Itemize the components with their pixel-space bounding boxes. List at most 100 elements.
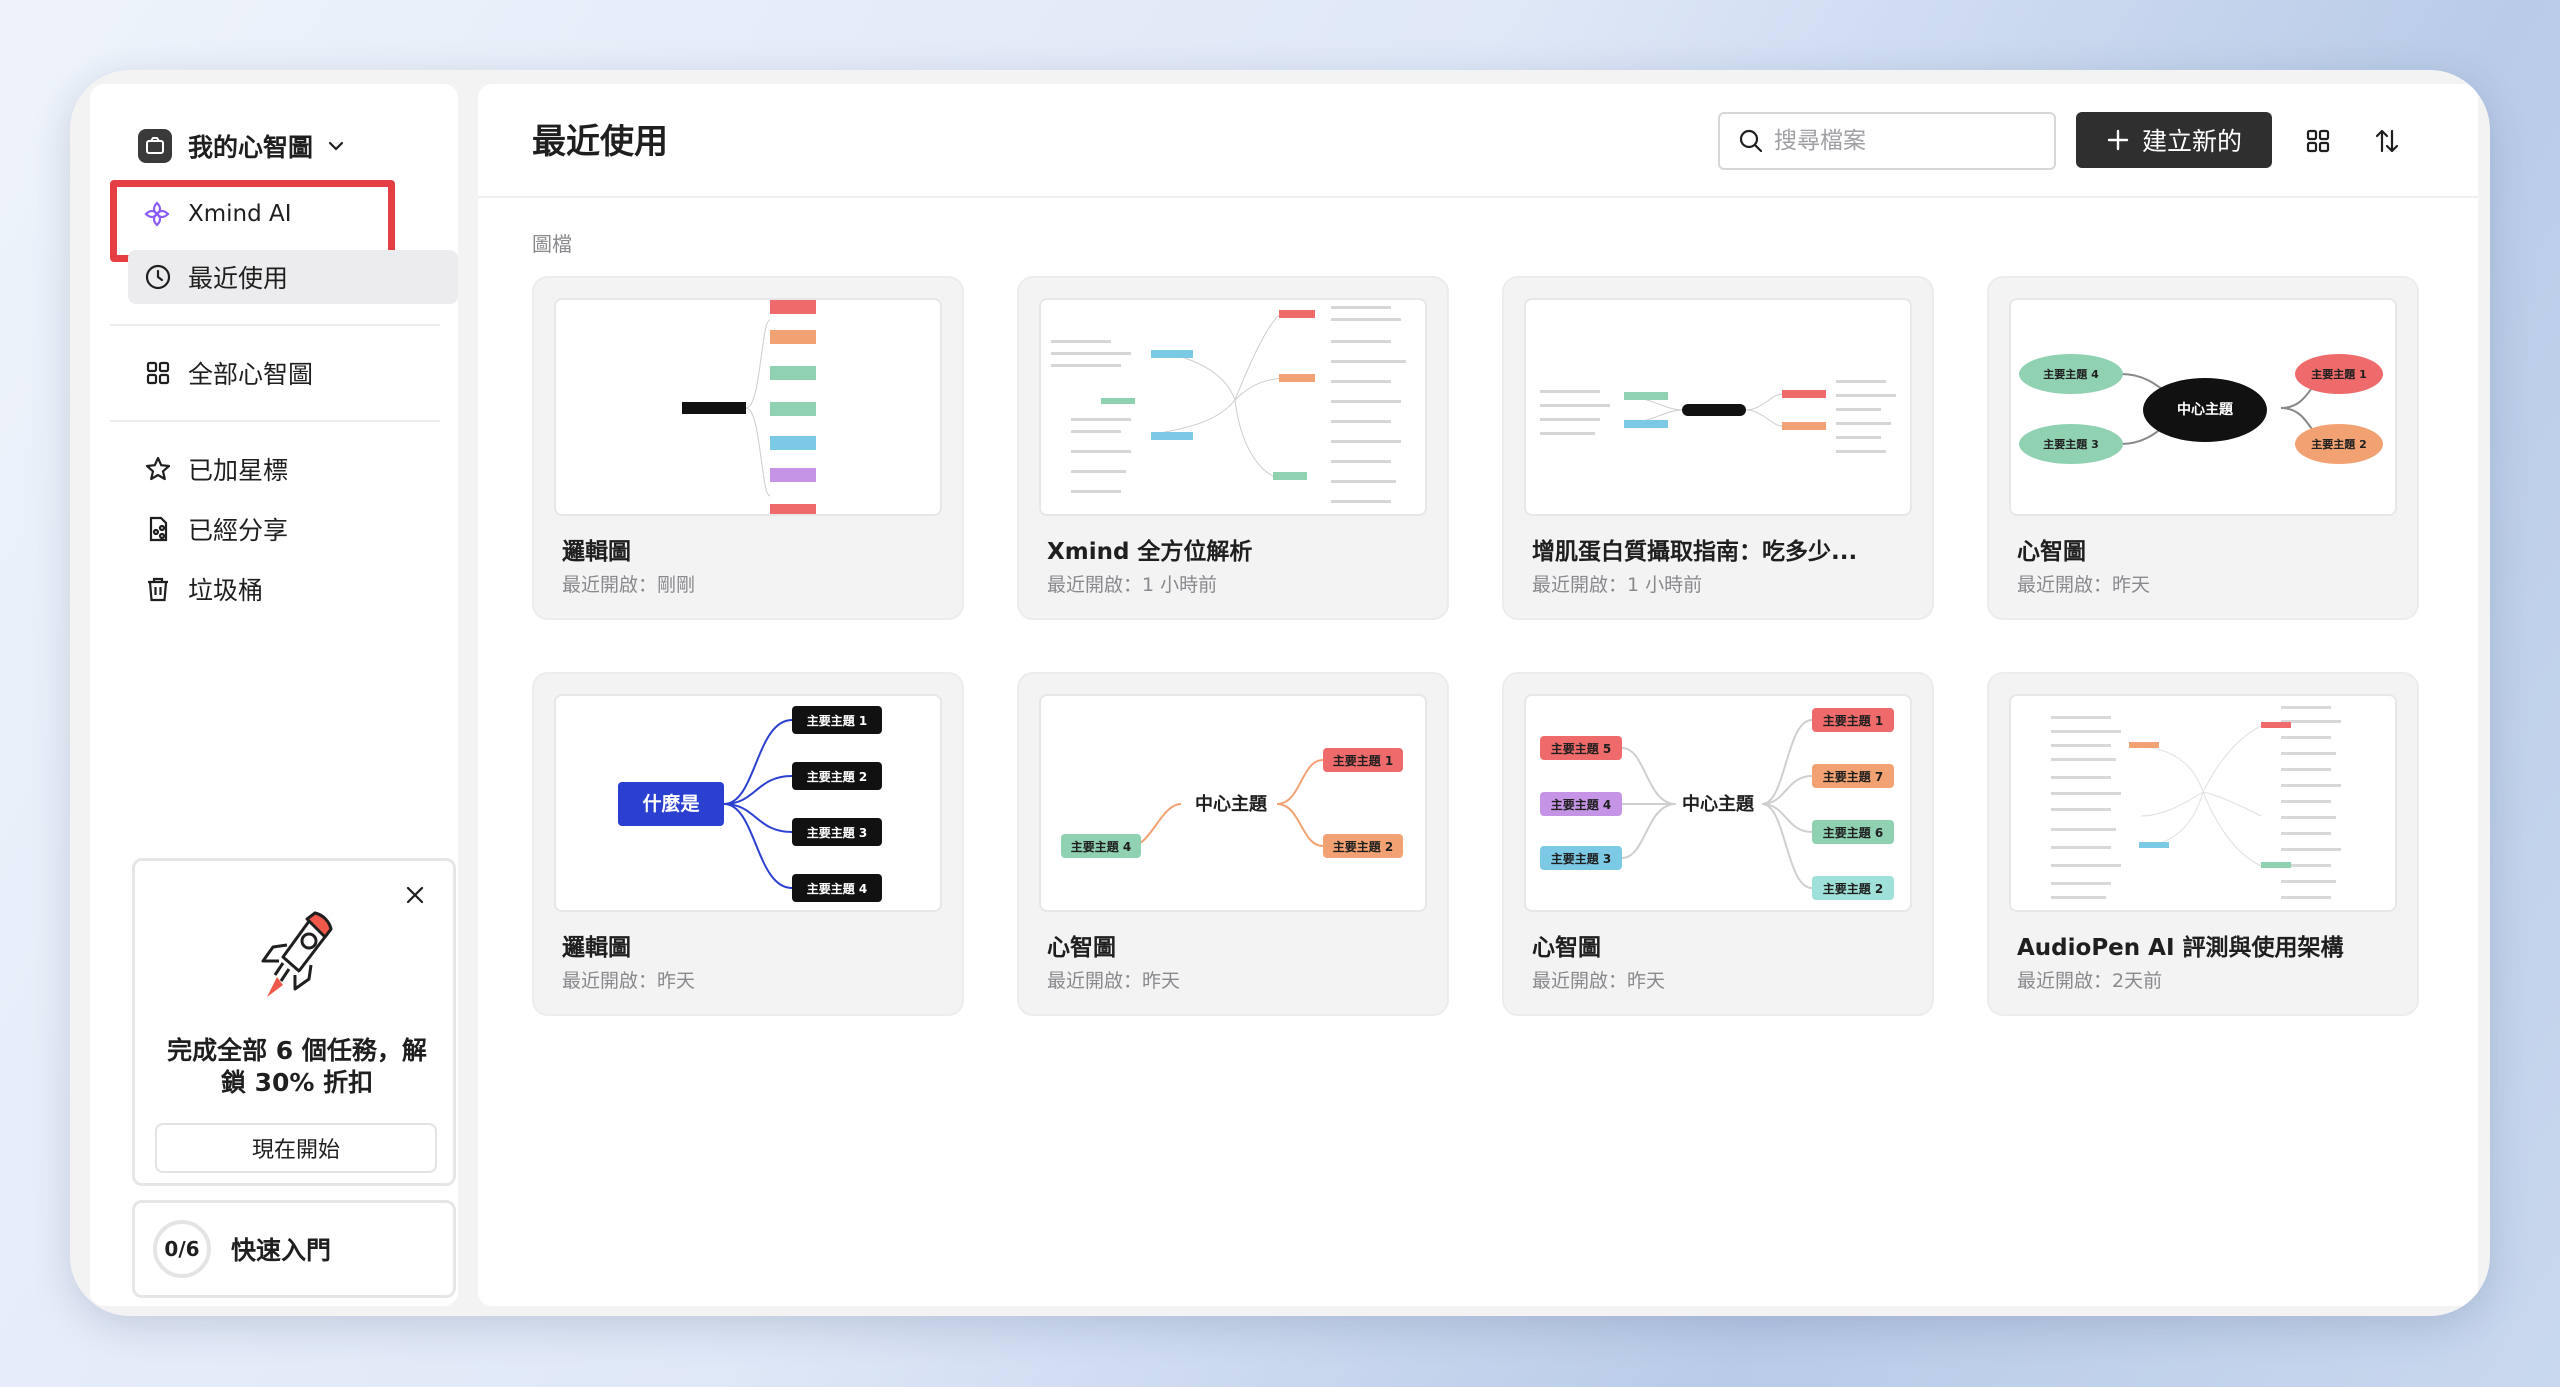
sidebar-item-label: 最近使用 bbox=[188, 264, 289, 293]
thumb-topic-label: 主要主題 1 bbox=[1823, 713, 1884, 728]
workspace-icon bbox=[138, 129, 172, 163]
thumb-topic-label: 主要主題 1 bbox=[2311, 367, 2366, 381]
thumb-topic-label: 主要主題 2 bbox=[1333, 839, 1394, 854]
card-title: Xmind 全方位解析 bbox=[1047, 539, 1253, 565]
sidebar-item-label: 已經分享 bbox=[188, 516, 289, 545]
file-card[interactable]: AudioPen AI 評測與使用架構 最近開啟：2天前 bbox=[1987, 672, 2419, 1016]
clock-icon bbox=[145, 264, 171, 290]
section-label: 圖檔 bbox=[532, 232, 572, 256]
thumbnail-audiopen bbox=[2009, 694, 2397, 912]
card-title: AudioPen AI 評測與使用架構 bbox=[2017, 935, 2344, 961]
card-meta: 最近開啟：昨天 bbox=[562, 970, 696, 992]
workspace-title: 我的心智圖 bbox=[188, 133, 314, 162]
close-icon[interactable] bbox=[403, 883, 427, 907]
star-icon bbox=[145, 456, 171, 481]
thumbnail-logic-vertical bbox=[554, 298, 942, 516]
create-new-label: 建立新的 bbox=[2141, 127, 2242, 156]
thumbnail-mindmap-4: 中心主題 主要主題 4 主要主題 3 主要主題 1 主要主題 2 bbox=[2009, 298, 2397, 516]
thumb-topic-label: 主要主題 4 bbox=[2043, 367, 2099, 381]
thumb-topic-label: 主要主題 2 bbox=[807, 769, 868, 784]
sidebar-divider bbox=[110, 420, 440, 422]
card-title: 邏輯圖 bbox=[562, 935, 631, 961]
progress-ring: 0/6 bbox=[153, 1220, 211, 1278]
thumb-topic-label: 主要主題 4 bbox=[1071, 839, 1132, 854]
thumb-center-label: 中心主題 bbox=[1195, 793, 1268, 815]
plus-icon bbox=[2107, 129, 2129, 151]
thumb-topic-label: 主要主題 1 bbox=[807, 713, 868, 728]
file-card[interactable]: 邏輯圖 最近開啟：剛剛 bbox=[532, 276, 964, 620]
promo-text: 完成全部 6 個任務，解鎖 30% 折扣 bbox=[167, 1036, 427, 1097]
top-bar: 最近使用 建立新的 bbox=[478, 84, 2478, 198]
search-input[interactable] bbox=[1774, 128, 2044, 154]
thumb-topic-label: 主要主題 6 bbox=[1823, 825, 1884, 840]
card-meta: 最近開啟：昨天 bbox=[1047, 970, 1181, 992]
card-meta: 最近開啟：昨天 bbox=[2017, 574, 2151, 596]
card-title: 增肌蛋白質攝取指南：吃多少... bbox=[1532, 539, 1858, 565]
sidebar-item-starred[interactable]: 已加星標 bbox=[128, 442, 458, 496]
card-meta: 最近開啟：剛剛 bbox=[562, 574, 696, 596]
thumb-topic-label: 主要主題 2 bbox=[2311, 437, 2366, 451]
sidebar-divider bbox=[110, 324, 440, 326]
trash-icon bbox=[148, 577, 168, 602]
thumbnail-mindmap-3: 中心主題 主要主題 4 主要主題 1 主要主題 2 bbox=[1039, 694, 1427, 912]
thumb-topic-label: 主要主題 2 bbox=[1823, 881, 1884, 896]
sidebar-item-all-maps[interactable]: 全部心智圖 bbox=[128, 346, 458, 400]
file-card[interactable]: 中心主題 主要主題 5 主要主題 4 主要主題 3 主要主題 1 主要主題 7 … bbox=[1502, 672, 1934, 1016]
sidebar-item-trash[interactable]: 垃圾桶 bbox=[128, 562, 458, 616]
shared-file-icon bbox=[149, 516, 168, 542]
quick-start-card[interactable]: 0/6 快速入門 bbox=[132, 1200, 456, 1298]
thumbnail-mindmap-dense bbox=[1039, 298, 1427, 516]
workspace-switcher[interactable]: 我的心智圖 bbox=[138, 122, 347, 170]
thumb-center-label: 中心主題 bbox=[2177, 401, 2234, 418]
app-window: 我的心智圖 Xmind AI 最近使用 全部心智圖 已加星標 已經分享 垃圾桶 … bbox=[70, 70, 2490, 1316]
thumb-root-label: 什麼是 bbox=[642, 792, 699, 815]
sidebar: 我的心智圖 Xmind AI 最近使用 全部心智圖 已加星標 已經分享 垃圾桶 … bbox=[90, 84, 458, 1306]
start-now-button[interactable]: 現在開始 bbox=[155, 1123, 437, 1173]
thumb-topic-label: 主要主題 7 bbox=[1823, 769, 1884, 784]
thumb-topic-label: 主要主題 4 bbox=[1551, 797, 1612, 812]
promo-card: 完成全部 6 個任務，解鎖 30% 折扣 現在開始 bbox=[132, 858, 456, 1186]
card-meta: 最近開啟：2天前 bbox=[2017, 970, 2163, 992]
thumb-topic-label: 主要主題 3 bbox=[1551, 851, 1612, 866]
chevron-down-icon bbox=[328, 141, 344, 151]
sidebar-item-recent[interactable]: 最近使用 bbox=[128, 250, 458, 304]
card-title: 心智圖 bbox=[2017, 539, 2086, 565]
card-title: 邏輯圖 bbox=[562, 539, 631, 565]
create-new-button[interactable]: 建立新的 bbox=[2076, 112, 2272, 168]
file-card[interactable]: 增肌蛋白質攝取指南：吃多少... 最近開啟：1 小時前 bbox=[1502, 276, 1934, 620]
thumb-topic-label: 主要主題 4 bbox=[807, 881, 868, 896]
file-card[interactable]: 什麼是 主要主題 1 主要主題 2 主要主題 3 主要主題 4 邏輯圖 最近開啟… bbox=[532, 672, 964, 1016]
grid-icon bbox=[146, 361, 170, 385]
card-title: 心智圖 bbox=[1532, 935, 1601, 961]
file-card[interactable]: 中心主題 主要主題 4 主要主題 3 主要主題 1 主要主題 2 心智圖 最近開… bbox=[1987, 276, 2419, 620]
card-meta: 最近開啟：昨天 bbox=[1532, 970, 1666, 992]
thumb-topic-label: 主要主題 5 bbox=[1551, 741, 1612, 756]
card-meta: 最近開啟：1 小時前 bbox=[1532, 574, 1703, 596]
rocket-icon bbox=[261, 911, 333, 997]
thumb-topic-label: 主要主題 3 bbox=[807, 825, 868, 840]
search-box[interactable] bbox=[1718, 112, 2056, 170]
sidebar-item-label: 已加星標 bbox=[188, 456, 289, 485]
thumbnail-protein-guide bbox=[1524, 298, 1912, 516]
quick-start-label: 快速入門 bbox=[231, 1236, 332, 1265]
thumbnail-logic-chart: 什麼是 主要主題 1 主要主題 2 主要主題 3 主要主題 4 bbox=[554, 694, 942, 912]
ai-sparkle-icon bbox=[144, 201, 170, 227]
sidebar-item-xmind-ai[interactable]: Xmind AI bbox=[108, 184, 440, 244]
sort-icon[interactable] bbox=[2370, 124, 2404, 158]
thumb-center-label: 中心主題 bbox=[1682, 793, 1755, 815]
sidebar-item-shared[interactable]: 已經分享 bbox=[128, 502, 458, 556]
grid-view-icon[interactable] bbox=[2301, 124, 2335, 158]
page-title: 最近使用 bbox=[532, 122, 668, 162]
thumb-topic-label: 主要主題 3 bbox=[2043, 437, 2098, 451]
main-panel: 最近使用 建立新的 圖檔 bbox=[478, 84, 2478, 1306]
sidebar-item-label: Xmind AI bbox=[188, 201, 292, 227]
file-card[interactable]: 中心主題 主要主題 4 主要主題 1 主要主題 2 心智圖 最近開啟：昨天 bbox=[1017, 672, 1449, 1016]
sidebar-item-label: 垃圾桶 bbox=[188, 576, 264, 605]
thumbnail-mindmap-7: 中心主題 主要主題 5 主要主題 4 主要主題 3 主要主題 1 主要主題 7 … bbox=[1524, 694, 1912, 912]
sidebar-item-label: 全部心智圖 bbox=[188, 360, 314, 389]
search-icon bbox=[1739, 129, 1763, 153]
file-card[interactable]: Xmind 全方位解析 最近開啟：1 小時前 bbox=[1017, 276, 1449, 620]
thumb-topic-label: 主要主題 1 bbox=[1333, 753, 1394, 768]
card-title: 心智圖 bbox=[1047, 935, 1116, 961]
card-meta: 最近開啟：1 小時前 bbox=[1047, 574, 1218, 596]
